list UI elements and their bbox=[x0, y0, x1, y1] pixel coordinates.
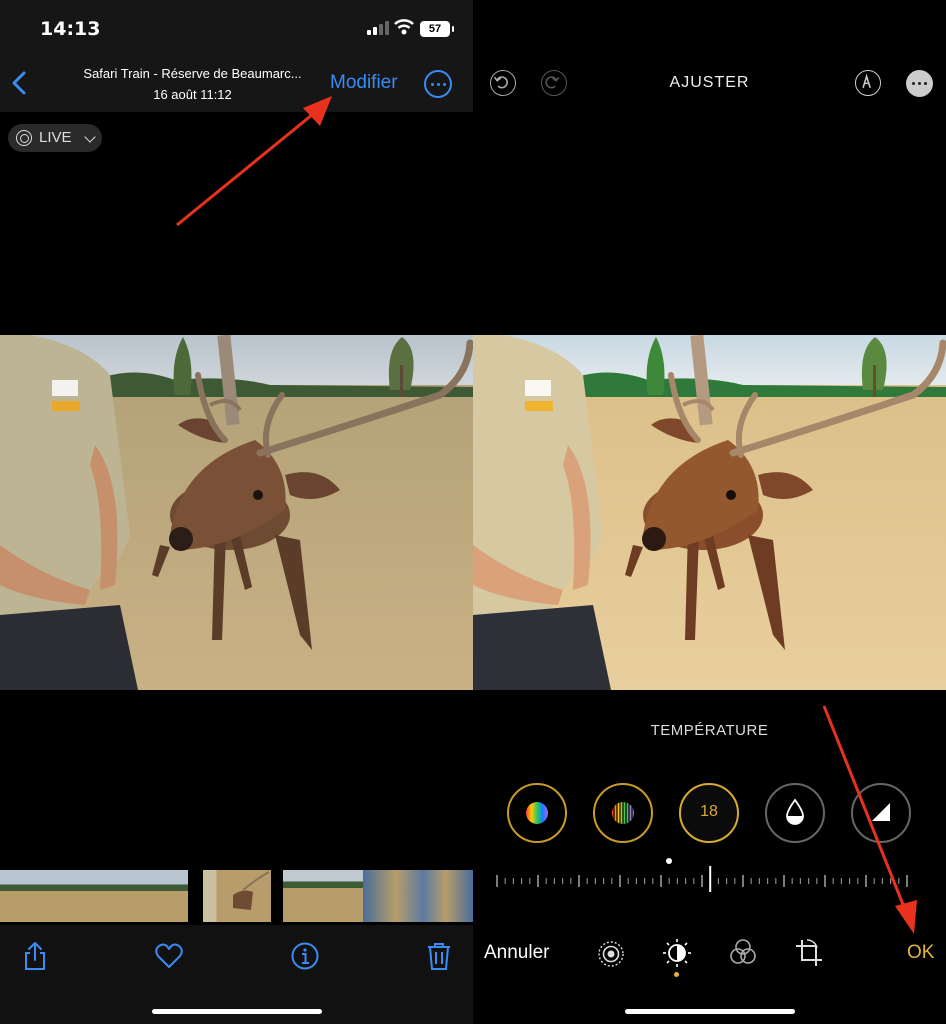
modifier-button[interactable]: Modifier bbox=[330, 72, 398, 94]
nav-subtitle: 16 août 11:12 bbox=[153, 87, 232, 102]
slider-origin-dot bbox=[666, 858, 672, 864]
trash-icon[interactable] bbox=[424, 941, 454, 971]
adjustment-name: TEMPÉRATURE bbox=[650, 722, 769, 739]
home-indicator bbox=[625, 1009, 795, 1014]
nav-title: Safari Train - Réserve de Beaumarc... bbox=[83, 66, 302, 81]
live-label: LIVE bbox=[39, 129, 72, 146]
edit-header: AJUSTER bbox=[473, 60, 946, 110]
active-tab-indicator bbox=[674, 972, 679, 977]
crop-rotate-icon[interactable] bbox=[794, 938, 824, 968]
home-indicator bbox=[152, 1009, 322, 1014]
thumbnail-group-2[interactable] bbox=[283, 870, 363, 922]
ok-button[interactable]: OK bbox=[907, 942, 934, 964]
wifi-icon bbox=[394, 19, 414, 35]
cancel-button[interactable]: Annuler bbox=[484, 942, 550, 964]
status-bar: 14:13 57 bbox=[0, 0, 473, 56]
thumbnail-group-1[interactable] bbox=[0, 870, 188, 922]
right-panel: AJUSTER TEMPÉRATURE 18 Annuler OK bbox=[473, 0, 946, 1024]
adjustment-slider[interactable] bbox=[493, 866, 913, 892]
main-photo bbox=[0, 335, 473, 690]
more-options-icon[interactable] bbox=[424, 70, 452, 98]
more-options-icon[interactable] bbox=[906, 70, 933, 97]
temperature-value: 18 bbox=[700, 803, 718, 820]
cellular-signal-icon bbox=[367, 21, 389, 35]
adjust-dial-icon[interactable] bbox=[662, 938, 692, 968]
stripes-tool[interactable] bbox=[593, 783, 653, 843]
status-time: 14:13 bbox=[40, 18, 101, 40]
nav-bar: Safari Train - Réserve de Beaumarc... 16… bbox=[0, 56, 473, 112]
sharpness-tool[interactable] bbox=[851, 783, 911, 843]
deer-photo-image bbox=[0, 335, 473, 690]
rainbow-circle-tool[interactable] bbox=[507, 783, 567, 843]
triangle-icon bbox=[872, 803, 890, 821]
left-panel: 14:13 57 Safari Train - Réserve de Beaum… bbox=[0, 0, 473, 1024]
thumbnail-group-3[interactable] bbox=[363, 870, 473, 922]
battery-icon: 57 bbox=[420, 21, 454, 37]
filters-icon[interactable] bbox=[729, 938, 757, 966]
heart-icon[interactable] bbox=[154, 941, 184, 971]
thumbnail-current[interactable] bbox=[203, 870, 271, 922]
edited-photo bbox=[473, 335, 946, 690]
share-icon[interactable] bbox=[20, 941, 50, 971]
back-chevron-icon[interactable] bbox=[8, 68, 30, 98]
markup-pen-icon[interactable] bbox=[855, 70, 881, 96]
deer-photo-warm-image bbox=[473, 335, 946, 690]
thumbnail-strip[interactable] bbox=[0, 870, 473, 922]
edit-bottom-bar: Annuler OK bbox=[473, 925, 946, 1024]
live-photo-toggle[interactable]: LIVE bbox=[8, 124, 102, 152]
tint-drop-tool[interactable] bbox=[765, 783, 825, 843]
bottom-toolbar bbox=[0, 925, 473, 1024]
live-icon bbox=[16, 130, 32, 146]
drop-icon bbox=[786, 798, 804, 825]
chevron-down-icon bbox=[84, 131, 96, 143]
temperature-tool[interactable]: 18 bbox=[679, 783, 739, 843]
info-icon[interactable] bbox=[290, 941, 320, 971]
live-photo-icon[interactable] bbox=[597, 940, 625, 968]
